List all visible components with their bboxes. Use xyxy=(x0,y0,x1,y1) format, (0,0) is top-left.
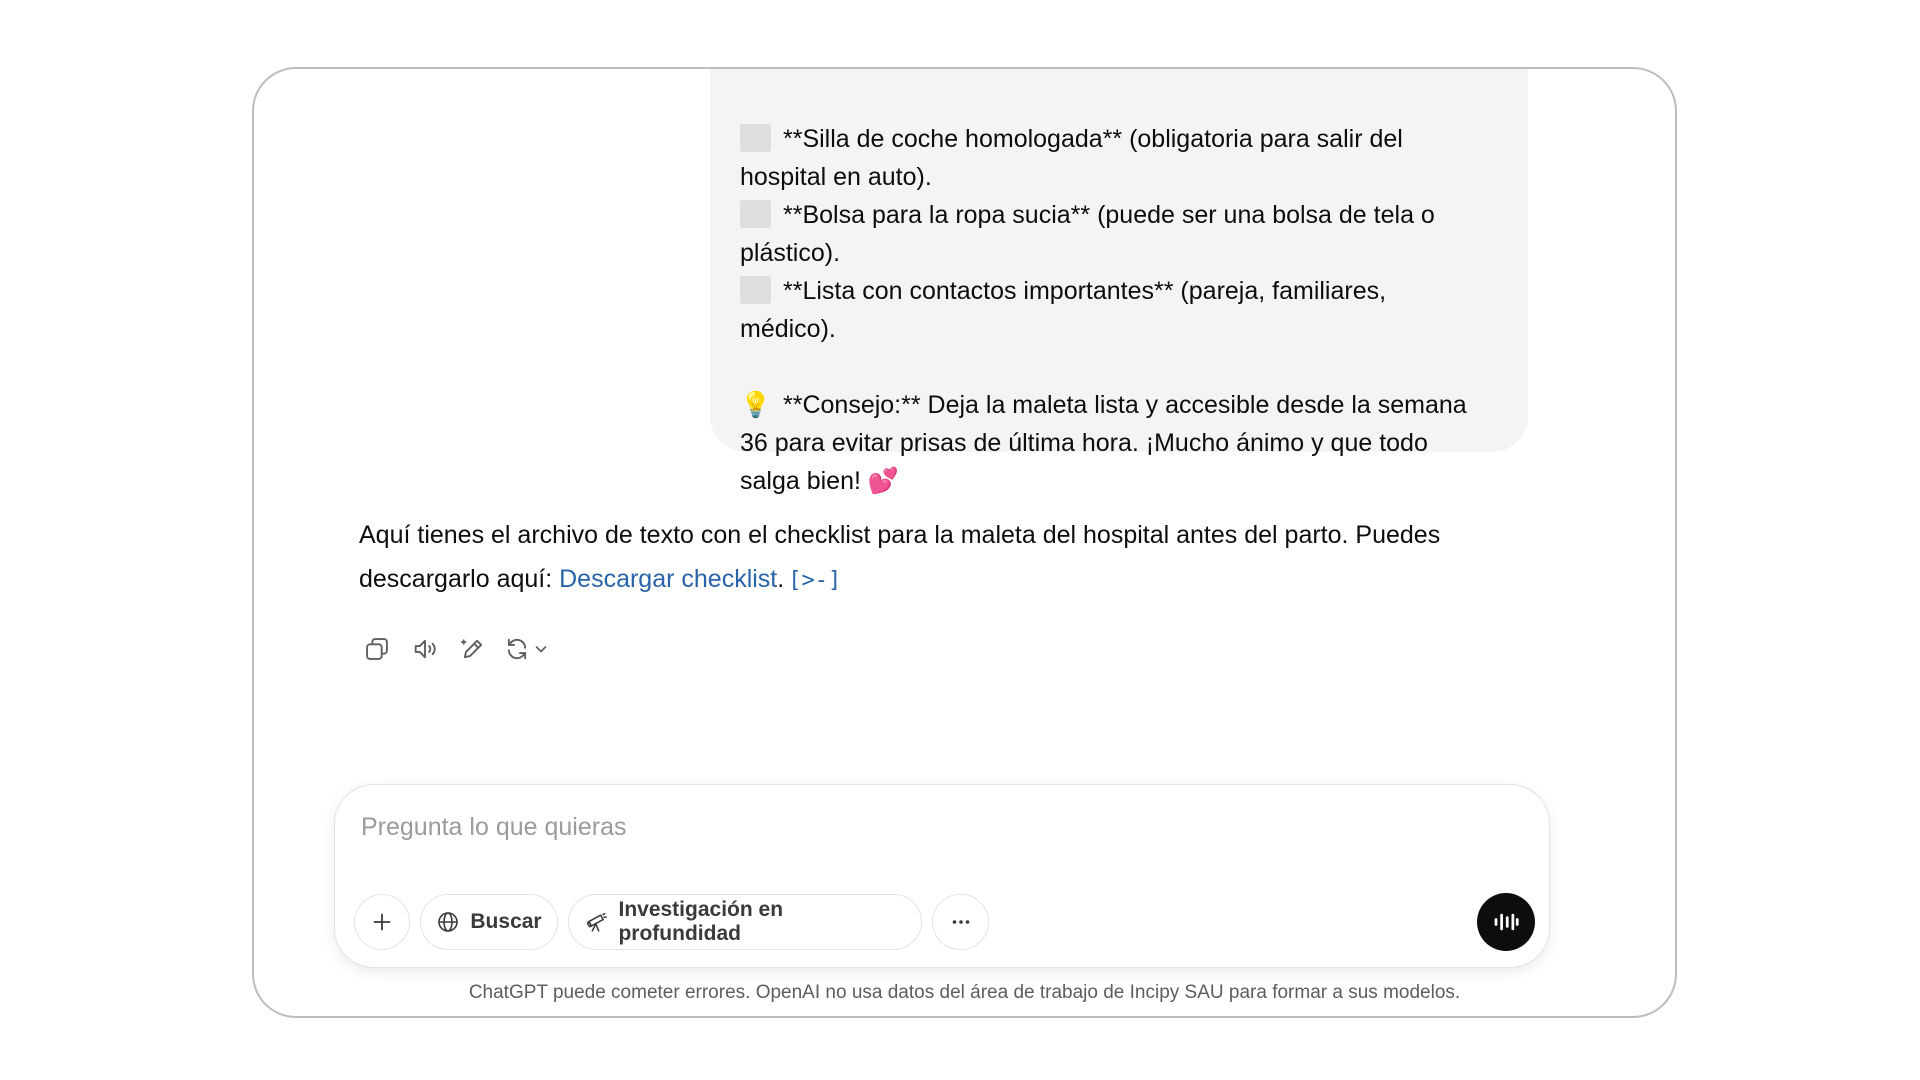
ellipsis-icon xyxy=(952,920,969,924)
copy-icon xyxy=(366,638,388,660)
message-line: médico). xyxy=(740,310,1500,348)
voice-waveform-icon xyxy=(1494,913,1519,931)
footer-disclaimer: ChatGPT puede cometer errores. OpenAI no… xyxy=(468,982,1461,1003)
speaker-icon xyxy=(414,639,436,659)
message-line-text: hospital en auto). xyxy=(740,163,932,191)
search-button[interactable]: Buscar xyxy=(420,894,558,950)
message-line: plástico). xyxy=(740,234,1500,272)
tip-line: salga bien! 💕 xyxy=(740,462,1500,500)
plus-icon xyxy=(373,913,391,931)
download-checklist-link[interactable]: Descargar checklist xyxy=(559,565,777,593)
refresh-icon xyxy=(507,638,527,660)
chevron-down-icon xyxy=(535,646,547,653)
assistant-message-text: Aquí tienes el archivo de texto con el c… xyxy=(359,521,1441,593)
tip-line: 💡 **Consejo:** Deja la maleta lista y acc… xyxy=(740,386,1500,424)
checkbox-icon xyxy=(740,124,771,152)
prompt-input[interactable] xyxy=(361,807,1461,847)
composer: Buscar Investigación en profundidad xyxy=(334,784,1550,968)
checkbox-icon xyxy=(740,200,771,228)
message-line: **Lista con contactos importantes** (par… xyxy=(740,272,1500,310)
message-actions xyxy=(359,631,561,667)
copy-button[interactable] xyxy=(359,631,395,667)
lightbulb-icon: 💡 xyxy=(740,391,772,419)
deep-research-button[interactable]: Investigación en profundidad xyxy=(568,894,922,950)
deep-research-label: Investigación en profundidad xyxy=(618,898,784,945)
assistant-message-period: . xyxy=(777,565,785,593)
edit-canvas-button[interactable] xyxy=(455,631,491,667)
message-line: hospital en auto). xyxy=(740,158,1500,196)
tip-line: 36 para evitar prisas de última hora. ¡M… xyxy=(740,424,1500,462)
tip-line-text: **Consejo:** Deja la maleta lista y acce… xyxy=(783,391,1467,419)
search-button-label: Buscar xyxy=(470,910,542,933)
message-line: **Bolsa para la ropa sucia** (puede ser … xyxy=(740,196,1500,234)
chat-window: **Silla de coche homologada** (obligator… xyxy=(252,67,1677,1018)
message-line-text: **Bolsa para la ropa sucia** (puede ser … xyxy=(783,201,1435,229)
attach-button[interactable] xyxy=(354,894,410,950)
globe-icon xyxy=(438,912,459,932)
message-line: **Silla de coche homologada** (obligator… xyxy=(740,120,1500,158)
message-line-text: plástico). xyxy=(740,239,841,267)
checkbox-icon xyxy=(740,276,771,304)
regenerate-button[interactable] xyxy=(503,631,561,667)
tip-line-text: 36 para evitar prisas de última hora. ¡M… xyxy=(740,429,1428,457)
assistant-message: Aquí tienes el archivo de texto con el c… xyxy=(359,513,1509,603)
citation-marker[interactable]: [>-] xyxy=(788,568,841,593)
pencil-sparkle-icon xyxy=(460,639,483,659)
more-tools-button[interactable] xyxy=(932,894,989,950)
telescope-icon xyxy=(586,912,607,932)
user-message-content: **Silla de coche homologada** (obligator… xyxy=(740,120,1500,500)
message-line-text: **Silla de coche homologada** (obligator… xyxy=(783,125,1403,153)
read-aloud-button[interactable] xyxy=(407,631,443,667)
tip-line-text: salga bien! 💕 xyxy=(740,467,899,495)
voice-mode-button[interactable] xyxy=(1477,893,1535,951)
message-line-text: **Lista con contactos importantes** (par… xyxy=(783,277,1387,305)
message-line-text: médico). xyxy=(740,315,836,343)
user-message-bubble: **Silla de coche homologada** (obligator… xyxy=(710,69,1528,495)
